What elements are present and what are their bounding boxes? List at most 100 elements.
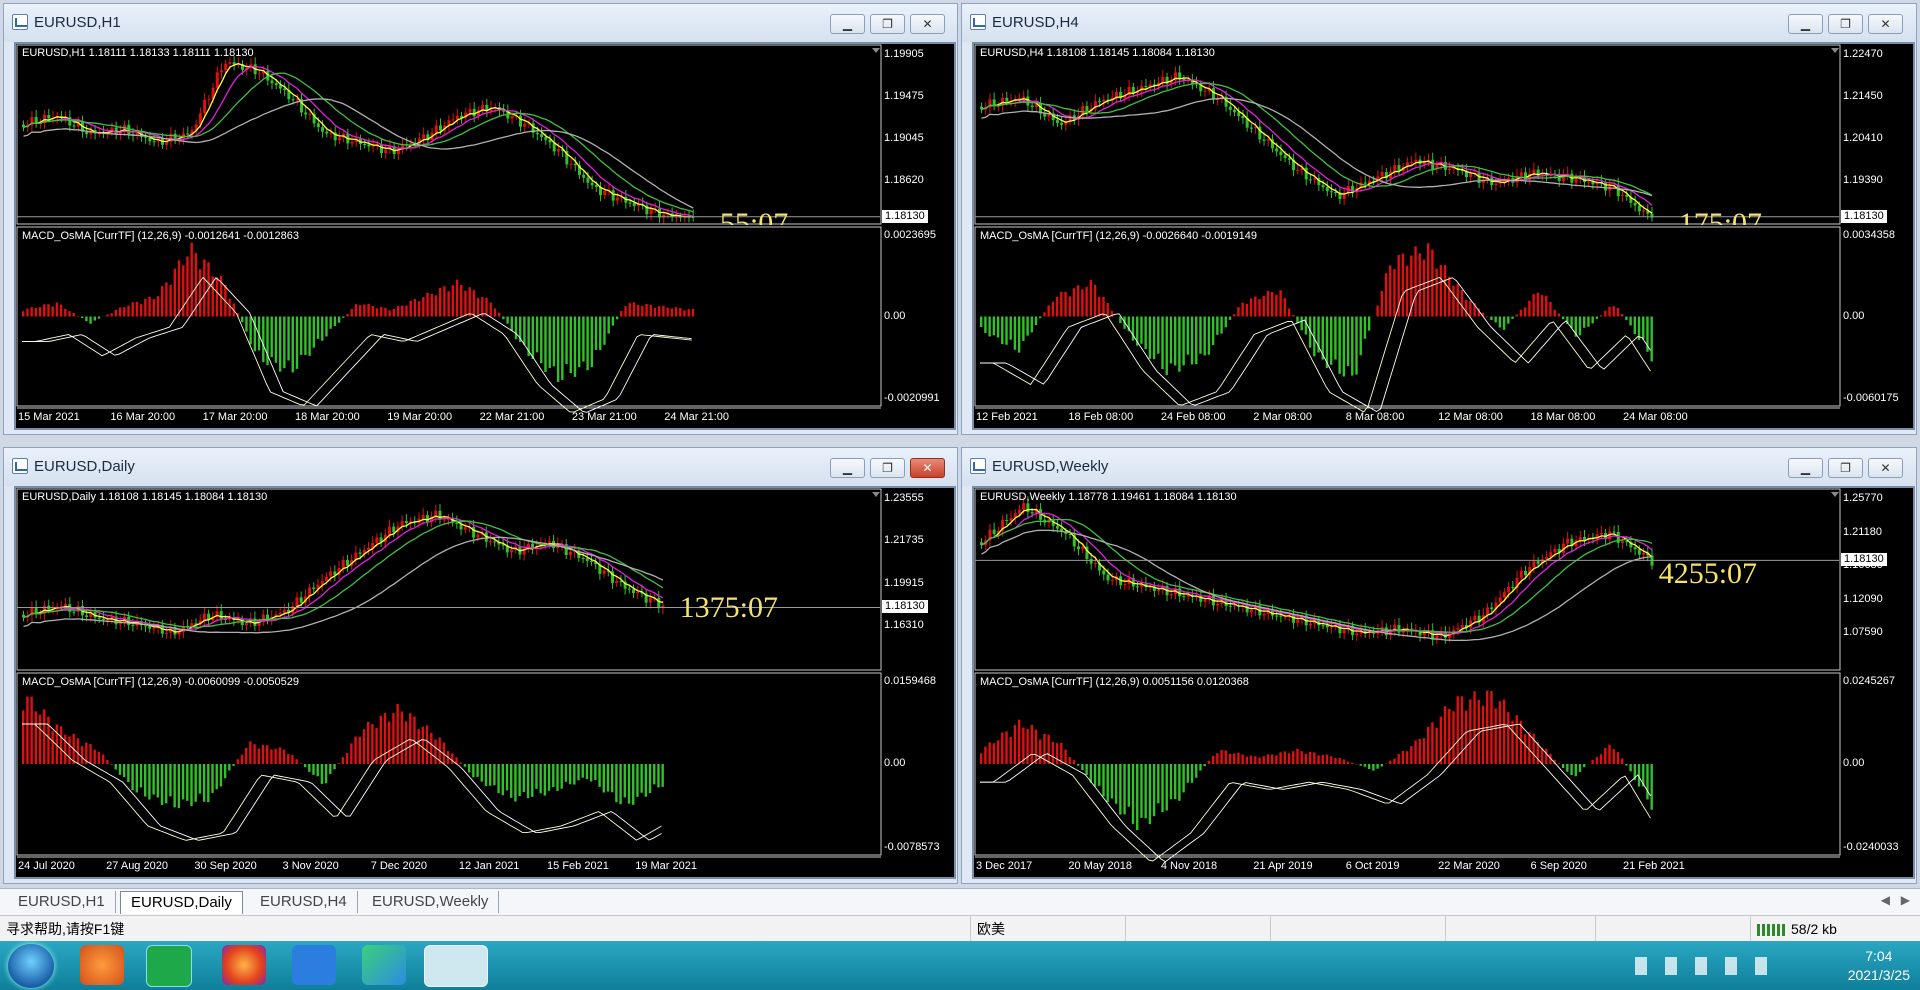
- macd-bar: [1612, 749, 1615, 764]
- chart-area[interactable]: EURUSD,H1 1.18111 1.18133 1.18111 1.1813…: [14, 42, 956, 430]
- macd-bar: [1072, 288, 1076, 317]
- tab-eurusd-h1[interactable]: EURUSD,H1: [8, 891, 116, 913]
- candle-body: [556, 149, 560, 152]
- tab-scroll-right-icon[interactable]: ▶: [1901, 893, 1910, 907]
- app-icon[interactable]: [80, 945, 124, 985]
- minimize-button[interactable]: ▁: [830, 14, 865, 34]
- restore-button[interactable]: ❐: [1828, 14, 1863, 34]
- candle-body: [1017, 509, 1021, 514]
- macd-bar: [1426, 726, 1430, 764]
- close-button[interactable]: ✕: [1868, 14, 1903, 34]
- time-axis-label: 19 Mar 20:00: [387, 411, 453, 423]
- chart-window-h1[interactable]: EURUSD,H1 ▁ ❐ ✕ EURUSD,H1 1.18111 1.1813…: [3, 3, 958, 435]
- macd-bar: [1608, 744, 1611, 764]
- tray-icons[interactable]: [1635, 957, 1785, 975]
- player-icon[interactable]: [362, 945, 406, 985]
- macd-bar: [984, 746, 987, 764]
- close-button[interactable]: ✕: [910, 14, 945, 34]
- tab-eurusd-daily[interactable]: EURUSD,Daily: [120, 891, 243, 914]
- macd-bar: [649, 304, 652, 317]
- macd-bar: [169, 284, 172, 317]
- candle-body: [1532, 561, 1536, 568]
- close-button[interactable]: ✕: [1868, 458, 1903, 478]
- candle-body: [1566, 538, 1570, 544]
- macd-bar: [996, 316, 1000, 338]
- candle-body: [585, 558, 589, 561]
- macd-bar: [383, 713, 387, 764]
- candle-body: [1076, 546, 1080, 550]
- macd-bar: [240, 754, 244, 764]
- window-titlebar[interactable]: EURUSD,H1 ▁ ❐ ✕: [4, 4, 957, 42]
- macd-bar: [1047, 305, 1050, 317]
- tab-eurusd-weekly[interactable]: EURUSD,Weekly: [362, 891, 500, 913]
- symbol-header: EURUSD,Weekly 1.18778 1.19461 1.18084 1.…: [980, 491, 1237, 503]
- candle-body: [1005, 520, 1009, 522]
- firefox-icon[interactable]: [222, 945, 266, 985]
- macd-bar: [114, 764, 117, 770]
- macd-bar: [80, 746, 84, 764]
- candle-body: [1233, 605, 1237, 607]
- chart-area[interactable]: EURUSD,H4 1.18108 1.18145 1.18084 1.1813…: [972, 42, 1915, 430]
- macd-bar: [404, 721, 408, 764]
- candle-body: [510, 549, 514, 553]
- macd-bar: [632, 302, 636, 317]
- macd-bar: [295, 316, 299, 369]
- start-button[interactable]: [8, 944, 54, 988]
- macd-bar: [1393, 269, 1396, 317]
- macd-bar: [1283, 751, 1287, 764]
- macd-bar: [1228, 316, 1232, 320]
- candle-body: [586, 177, 590, 183]
- time-axis-label: 24 Mar 21:00: [664, 411, 730, 423]
- minimize-button[interactable]: ▁: [830, 458, 865, 478]
- macd-bar: [1397, 754, 1400, 764]
- macd-bar: [594, 316, 598, 350]
- macd-bar: [648, 764, 652, 794]
- candle-body: [304, 112, 308, 115]
- system-clock[interactable]: 7:04 2021/3/25: [1848, 947, 1910, 985]
- chart-area[interactable]: EURUSD,Daily 1.18108 1.18145 1.18084 1.1…: [14, 486, 956, 879]
- chart-area[interactable]: EURUSD,Weekly 1.18778 1.19461 1.18084 1.…: [972, 486, 1915, 879]
- candle-body: [488, 541, 492, 543]
- candle-body: [1486, 607, 1490, 616]
- candle-body: [203, 99, 207, 114]
- macd-bar: [632, 764, 635, 805]
- macd-bar: [139, 304, 143, 317]
- minimize-button[interactable]: ▁: [1788, 458, 1823, 478]
- macd-bar: [308, 764, 311, 772]
- close-button[interactable]: ✕: [910, 458, 945, 478]
- time-axis-label: 12 Feb 2021: [976, 411, 1038, 423]
- candle-body: [519, 115, 523, 127]
- window-titlebar[interactable]: EURUSD,Daily ▁ ❐ ✕: [4, 448, 957, 486]
- macd-bar: [363, 304, 366, 317]
- macd-axis-label: 0.00: [884, 309, 906, 322]
- candle-body: [337, 137, 341, 141]
- restore-button[interactable]: ❐: [870, 458, 905, 478]
- macd-bar: [543, 764, 547, 796]
- tab-eurusd-h4[interactable]: EURUSD,H4: [250, 891, 358, 913]
- candle-body: [547, 540, 551, 543]
- time-axis-label: 12 Jan 2021: [458, 860, 520, 872]
- macd-bar: [1296, 748, 1299, 764]
- window-titlebar[interactable]: EURUSD,Weekly ▁ ❐ ✕: [962, 448, 1916, 486]
- time-axis-label: 7 Dec 2020: [370, 860, 427, 872]
- restore-button[interactable]: ❐: [1828, 458, 1863, 478]
- time-axis-label: 21 Feb 2021: [1622, 860, 1685, 872]
- macd-bar: [1363, 316, 1367, 339]
- macd-bar: [1389, 265, 1392, 317]
- window-titlebar[interactable]: EURUSD,H4 ▁ ❐ ✕: [962, 4, 1916, 42]
- chart-window-h4[interactable]: EURUSD,H4 ▁ ❐ ✕ EURUSD,H4 1.18108 1.1814…: [961, 3, 1917, 435]
- restore-button[interactable]: ❐: [870, 14, 905, 34]
- minimize-button[interactable]: ▁: [1788, 14, 1823, 34]
- wechat-icon[interactable]: [146, 945, 192, 987]
- chart-window-weekly[interactable]: EURUSD,Weekly ▁ ❐ ✕ EURUSD,Weekly 1.1877…: [961, 447, 1917, 884]
- macd-bar: [582, 316, 585, 362]
- chart-window-daily[interactable]: EURUSD,Daily ▁ ❐ ✕ EURUSD,Daily 1.18108 …: [3, 447, 958, 884]
- macd-signal-line: [980, 724, 1651, 862]
- macd-bar: [270, 316, 273, 358]
- tab-scroll-left-icon[interactable]: ◀: [1881, 893, 1890, 907]
- trading-terminal-icon[interactable]: [424, 945, 488, 987]
- macd-bar: [366, 721, 370, 764]
- macd-bar: [1578, 316, 1582, 336]
- candle-body: [1342, 629, 1346, 634]
- note-app-icon[interactable]: [292, 945, 336, 985]
